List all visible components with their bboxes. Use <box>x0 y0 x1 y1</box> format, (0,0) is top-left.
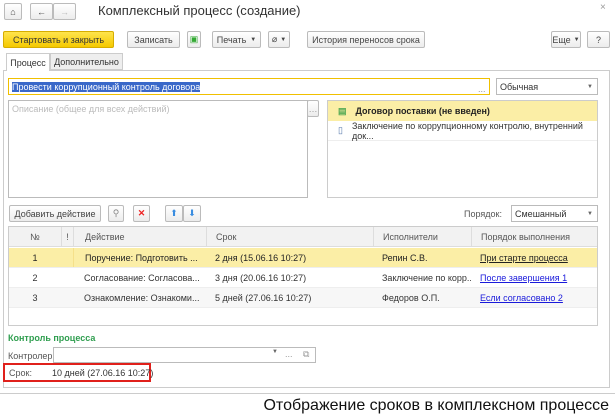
arrow-left-icon: ← <box>37 6 46 17</box>
chevron-down-icon: ▼ <box>587 83 593 90</box>
order-link[interactable]: Если согласовано 2 <box>480 293 563 303</box>
process-name-value: Провести коррупционный контроль договора <box>12 81 201 92</box>
document-add-icon: ▣ <box>189 34 199 44</box>
actions-table: № ! Действие Срок Исполнители Порядок вы… <box>8 226 598 326</box>
cell-num: 1 <box>32 252 38 263</box>
back-button[interactable]: ← <box>30 3 53 20</box>
order-link[interactable]: После завершения 1 <box>480 273 567 283</box>
cell-performers: Репин С.В. <box>382 252 428 263</box>
history-button[interactable]: История переносов срока <box>307 31 425 48</box>
cell-action: Поручение: Подготовить ... <box>73 248 206 267</box>
process-name-input[interactable]: Провести коррупционный контроль договора <box>8 78 490 95</box>
table-row[interactable]: 2 Согласование: Согласова... 3 дня (20.0… <box>9 268 597 288</box>
description-expand-button[interactable]: … <box>307 100 319 117</box>
attachment-label: Заключение по коррупционному контролю, в… <box>351 120 583 141</box>
header-order[interactable]: Порядок выполнения <box>471 227 597 246</box>
term-label: Срок: <box>9 368 32 378</box>
attachment-item[interactable]: ▯ Заключение по коррупционному контролю, … <box>328 121 597 141</box>
header-num[interactable]: № <box>9 227 61 246</box>
add-action-button[interactable]: Добавить действие <box>9 205 101 222</box>
window-title: Комплексный процесс (создание) <box>98 3 301 18</box>
forward-button[interactable]: → <box>53 3 76 20</box>
tab-additional[interactable]: Дополнительно <box>50 53 123 70</box>
select-button[interactable]: ... <box>478 84 486 94</box>
chevron-down-icon: ▼ <box>587 210 593 217</box>
cell-num: 3 <box>32 292 38 303</box>
cell-performers: Заключение по корр... <box>382 272 471 283</box>
more-button[interactable]: Еще ▼ <box>551 31 581 48</box>
chevron-down-icon: ▼ <box>250 36 257 43</box>
template-button[interactable]: ⚲ <box>108 205 124 222</box>
header-term[interactable]: Срок <box>206 227 373 246</box>
caption: Отображение сроков в комплексном процесс… <box>263 397 609 414</box>
close-icon[interactable]: × <box>600 2 606 13</box>
control-section-title: Контроль процесса <box>8 333 96 343</box>
print-button[interactable]: Печать ▼ <box>212 31 261 48</box>
header-performers[interactable]: Исполнители <box>373 227 471 246</box>
cell-term: 5 дней (27.06.16 10:27) <box>215 292 312 303</box>
controller-label: Контролер: <box>8 351 55 361</box>
arrow-right-icon: → <box>60 6 69 17</box>
attachment-item[interactable]: ▤ Договор поставки (не введен) <box>328 101 597 121</box>
home-icon: ⌂ <box>10 6 16 17</box>
document-check-icon: ▤ <box>338 105 347 116</box>
importance-value: Обычная <box>500 81 539 92</box>
select-button[interactable]: ... <box>285 349 293 359</box>
move-up-button[interactable]: ⬆ <box>165 205 183 222</box>
cell-term: 2 дня (15.06.16 10:27) <box>215 252 307 263</box>
description-textarea[interactable]: Описание (общее для всех действий) <box>8 100 308 198</box>
chevron-down-icon: ▼ <box>573 36 580 43</box>
chevron-down-icon[interactable]: ▼ <box>272 349 278 355</box>
cell-action: Согласование: Согласова... <box>84 272 200 283</box>
divider <box>0 393 615 394</box>
paperclip-icon: ⌀ <box>271 34 278 44</box>
cell-num: 2 <box>32 272 38 283</box>
arrow-down-icon: ⬇ <box>188 208 196 218</box>
order-link[interactable]: При старте процесса <box>480 253 568 263</box>
importance-select[interactable]: Обычная ▼ <box>496 78 598 95</box>
order-value: Смешанный <box>515 208 567 219</box>
document-warning-icon: ▯ <box>338 125 343 135</box>
print-label: Печать <box>216 34 247 45</box>
table-row[interactable]: 3 Ознакомление: Ознакоми... 5 дней (27.0… <box>9 288 597 308</box>
header-action[interactable]: Действие <box>73 227 206 246</box>
header-importance[interactable]: ! <box>61 227 73 246</box>
chevron-down-icon: ▼ <box>280 36 287 43</box>
term-value: 10 дней (27.06.16 10:27) <box>52 368 154 378</box>
cell-action: Ознакомление: Ознакоми... <box>84 292 200 303</box>
open-icon[interactable]: ⧉ <box>303 349 309 360</box>
table-row[interactable]: 1 Поручение: Подготовить ... 2 дня (15.0… <box>9 248 597 268</box>
attachment-label: Договор поставки (не введен) <box>355 106 490 116</box>
home-button[interactable]: ⌂ <box>4 3 22 20</box>
arrow-up-icon: ⬆ <box>170 208 178 218</box>
move-down-button[interactable]: ⬇ <box>183 205 201 222</box>
start-close-button[interactable]: Стартовать и закрыть <box>3 31 114 48</box>
tab-process[interactable]: Процесс <box>6 53 50 71</box>
attach-button[interactable]: ⌀ ▼ <box>268 31 290 48</box>
help-button[interactable]: ? <box>587 31 610 48</box>
order-label: Порядок: <box>464 209 502 219</box>
attachments-list: ▤ Договор поставки (не введен) ▯ Заключени… <box>327 100 598 198</box>
order-select[interactable]: Смешанный ▼ <box>511 205 598 222</box>
delete-x-icon: ✕ <box>137 208 146 218</box>
save-button[interactable]: Записать <box>127 31 180 48</box>
cell-term: 3 дня (20.06.16 10:27) <box>215 272 307 283</box>
more-label: Еще <box>552 34 571 45</box>
cell-performers: Федоров О.П. <box>382 292 440 303</box>
delete-button[interactable]: ✕ <box>133 205 150 222</box>
table-header: № ! Действие Срок Исполнители Порядок вы… <box>9 227 597 247</box>
tool-icon: ⚲ <box>112 208 120 218</box>
create-based-button[interactable]: ▣ <box>187 31 201 48</box>
